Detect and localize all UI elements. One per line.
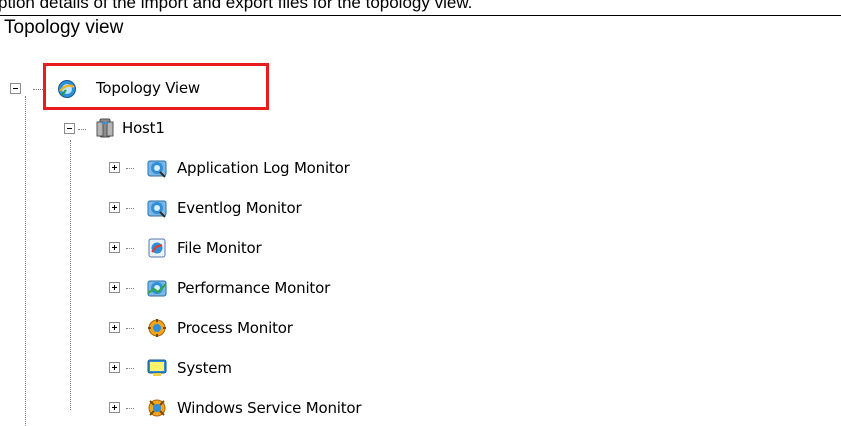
tree-node-process-monitor[interactable]: Process Monitor [177, 318, 293, 338]
performance-monitor-icon [147, 280, 167, 297]
tree-line-host [70, 140, 71, 410]
tree-node-application-log-monitor[interactable]: Application Log Monitor [177, 158, 350, 178]
tree-branch [126, 328, 134, 329]
expand-toggle-windows-service-monitor[interactable] [109, 402, 120, 413]
tree-branch [126, 408, 134, 409]
process-monitor-icon [148, 319, 166, 337]
tree-line-root [25, 96, 26, 426]
monitor-icon [147, 200, 167, 218]
collapse-toggle-topology-view[interactable] [10, 83, 21, 94]
tree-branch [126, 288, 134, 289]
tree-branch-root [33, 89, 43, 90]
tree-node-windows-service-monitor[interactable]: Windows Service Monitor [177, 398, 362, 418]
system-icon [147, 359, 167, 376]
tree-node-system[interactable]: System [177, 358, 232, 378]
expand-toggle-file-monitor[interactable] [109, 242, 120, 253]
expand-toggle-performance-monitor[interactable] [109, 282, 120, 293]
collapse-toggle-host1[interactable] [64, 123, 75, 134]
expand-toggle-eventlog-monitor[interactable] [109, 202, 120, 213]
expand-toggle-application-log-monitor[interactable] [109, 162, 120, 173]
tree-branch-host [78, 129, 86, 130]
monitor-icon [147, 160, 167, 178]
tree-node-performance-monitor[interactable]: Performance Monitor [177, 278, 330, 298]
topology-tree: Topology View Host1 Application Log Moni… [0, 0, 841, 426]
file-monitor-icon [148, 238, 166, 258]
tree-branch [126, 248, 134, 249]
server-icon [96, 118, 114, 138]
tree-branch [126, 168, 134, 169]
tree-node-file-monitor[interactable]: File Monitor [177, 238, 262, 258]
tree-branch [126, 368, 134, 369]
expand-toggle-system[interactable] [109, 362, 120, 373]
expand-toggle-process-monitor[interactable] [109, 322, 120, 333]
tree-node-host1[interactable]: Host1 [122, 118, 165, 138]
tree-branch [126, 208, 134, 209]
windows-service-icon [148, 399, 166, 417]
tree-node-eventlog-monitor[interactable]: Eventlog Monitor [177, 198, 302, 218]
highlight-box [43, 63, 269, 110]
